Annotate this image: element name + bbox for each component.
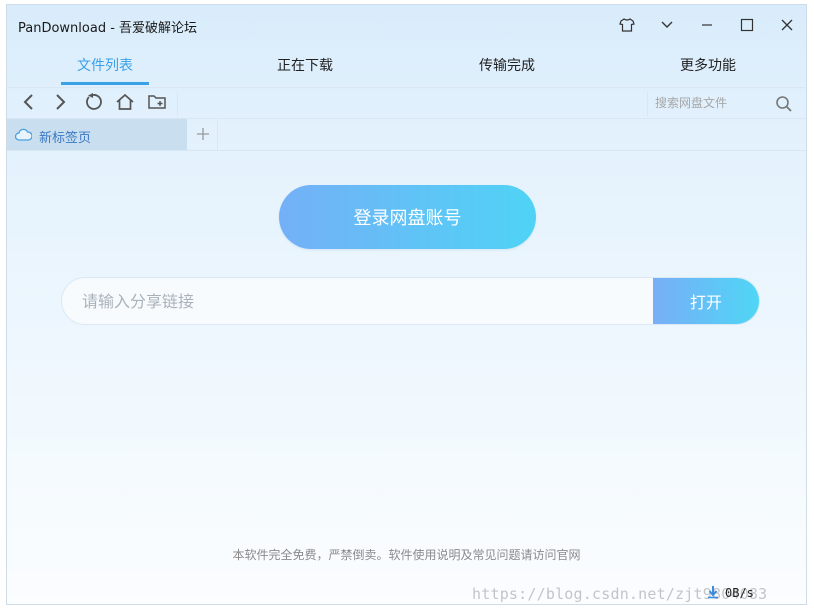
search-icon[interactable] <box>775 95 793 117</box>
tab-divider <box>217 119 218 150</box>
toolbar-divider <box>177 92 178 116</box>
back-button[interactable] <box>18 93 40 115</box>
share-link-input[interactable] <box>62 278 653 324</box>
back-icon <box>21 93 37 115</box>
cloud-icon <box>14 127 33 146</box>
close-icon <box>780 18 794 32</box>
minimize-button[interactable] <box>687 5 727 45</box>
tab-more-features[interactable]: 更多功能 <box>650 45 766 87</box>
close-button[interactable] <box>767 5 806 45</box>
page-tab-strip: 新标签页 <box>7 119 806 151</box>
footer-notice[interactable]: 本软件完全免费，严禁倒卖。软件使用说明及常见问题请访问官网 <box>7 546 806 563</box>
login-button[interactable]: 登录网盘账号 <box>279 185 536 249</box>
share-link-bar: 打开 <box>62 278 759 324</box>
minimize-icon <box>700 20 714 30</box>
menu-dropdown-button[interactable] <box>647 5 687 45</box>
shirt-icon <box>619 18 635 32</box>
active-tab-indicator <box>61 82 149 85</box>
new-folder-icon <box>147 93 167 115</box>
app-window: PanDownload - 吾爱破解论坛 文件列表 正在下载 传输完成 更多功能… <box>6 4 807 605</box>
tab-downloading[interactable]: 正在下载 <box>247 45 363 87</box>
maximize-icon <box>740 18 754 32</box>
page-tab-new[interactable]: 新标签页 <box>7 119 187 150</box>
forward-button[interactable] <box>49 93 71 115</box>
home-icon <box>115 93 135 115</box>
page-tab-label: 新标签页 <box>39 131 92 146</box>
tab-file-list[interactable]: 文件列表 <box>47 45 163 87</box>
forward-icon <box>52 93 68 115</box>
window-title: PanDownload - 吾爱破解论坛 <box>18 21 198 36</box>
search-input[interactable] <box>647 91 787 115</box>
download-speed: 0B/s <box>725 586 754 600</box>
toolbar <box>7 87 806 119</box>
add-tab-button[interactable] <box>191 123 215 147</box>
title-bar[interactable]: PanDownload - 吾爱破解论坛 <box>7 5 806 45</box>
status-bar: 0B/s <box>707 583 754 603</box>
download-arrow-icon <box>707 584 719 603</box>
skin-button[interactable] <box>607 5 647 45</box>
refresh-icon <box>84 93 102 115</box>
tab-completed[interactable]: 传输完成 <box>449 45 565 87</box>
main-nav-tabs: 文件列表 正在下载 传输完成 更多功能 <box>7 45 806 87</box>
new-folder-button[interactable] <box>146 93 168 115</box>
maximize-button[interactable] <box>727 5 767 45</box>
home-button[interactable] <box>114 93 136 115</box>
plus-icon <box>196 126 210 145</box>
chevron-down-icon <box>660 20 674 30</box>
open-button[interactable]: 打开 <box>653 278 759 324</box>
refresh-button[interactable] <box>82 93 104 115</box>
